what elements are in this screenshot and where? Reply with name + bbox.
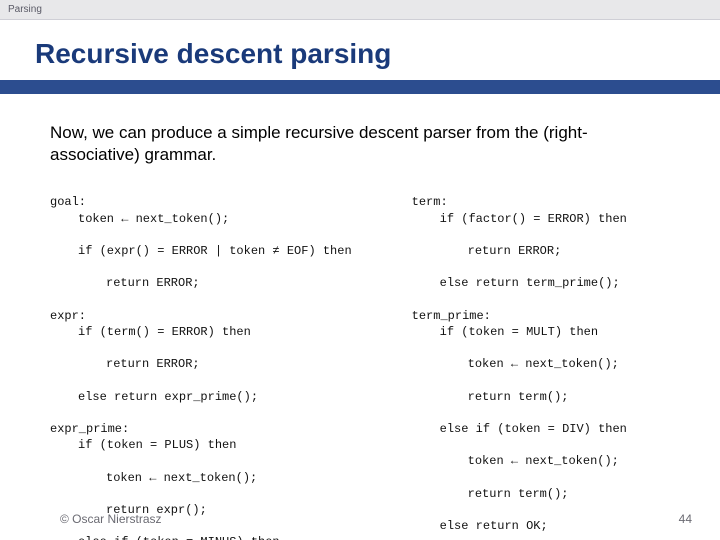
body: Now, we can produce a simple recursive d…	[0, 94, 720, 540]
code-line: return ERROR;	[50, 275, 352, 291]
code-line: if (expr() = ERROR | token ≠ EOF) then	[50, 243, 352, 259]
code-line: if (token = PLUS) then	[50, 437, 352, 453]
page-number: 44	[679, 512, 692, 526]
code-line: return term();	[412, 389, 627, 405]
code-line: term_prime:	[412, 309, 491, 323]
code-line: token ← next_token();	[50, 211, 352, 227]
code-line: return ERROR;	[412, 243, 627, 259]
code-line: return term();	[412, 486, 627, 502]
footer: © Oscar Nierstrasz 44	[0, 512, 720, 526]
code-line: if (token = MULT) then	[412, 324, 627, 340]
code-line: else if (token = MINUS) then	[50, 534, 352, 540]
code-area: goal: token ← next_token(); if (expr() =…	[50, 178, 675, 540]
breadcrumb-bar: Parsing	[0, 0, 720, 20]
code-line: term:	[412, 195, 448, 209]
copyright: © Oscar Nierstrasz	[60, 512, 162, 526]
code-line: expr_prime:	[50, 422, 129, 436]
code-line: if (term() = ERROR) then	[50, 324, 352, 340]
code-line: expr:	[50, 309, 86, 323]
code-line: goal:	[50, 195, 86, 209]
code-line: else return term_prime();	[412, 275, 627, 291]
code-line: token ← next_token();	[412, 356, 627, 372]
slide: Parsing Recursive descent parsing Now, w…	[0, 0, 720, 540]
code-line: return ERROR;	[50, 356, 352, 372]
code-line: token ← next_token();	[50, 470, 352, 486]
code-line: else return expr_prime();	[50, 389, 352, 405]
accent-bar	[0, 80, 720, 94]
slide-title: Recursive descent parsing	[0, 20, 720, 80]
code-line: else if (token = DIV) then	[412, 421, 627, 437]
code-line: token ← next_token();	[412, 453, 627, 469]
breadcrumb: Parsing	[8, 4, 42, 15]
code-left-column: goal: token ← next_token(); if (expr() =…	[50, 178, 352, 540]
code-line: if (factor() = ERROR) then	[412, 211, 627, 227]
code-right-column: term: if (factor() = ERROR) then return …	[412, 178, 627, 540]
intro-text: Now, we can produce a simple recursive d…	[50, 122, 675, 166]
